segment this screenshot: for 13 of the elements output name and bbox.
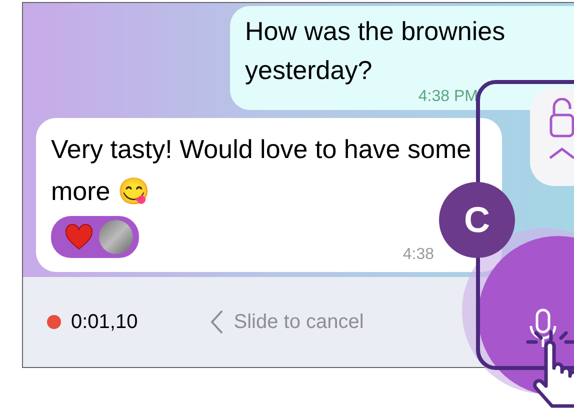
microphone-icon xyxy=(528,308,558,348)
recording-dot xyxy=(47,315,61,329)
chevron-left-icon xyxy=(210,309,224,335)
chevron-up-icon xyxy=(548,146,574,160)
padlock-icon xyxy=(549,98,574,138)
reaction-pill[interactable] xyxy=(51,216,139,258)
slide-to-cancel-hint[interactable]: Slide to cancel xyxy=(234,310,364,334)
message-time: 4:38 xyxy=(402,246,434,264)
message-time: 4:38 PM xyxy=(418,88,478,106)
recording-duration: 0:01,10 xyxy=(71,310,138,334)
message-text: How was the brownies yesterday? xyxy=(245,15,506,87)
heart-icon xyxy=(65,224,93,250)
photo-placeholder xyxy=(99,220,133,254)
